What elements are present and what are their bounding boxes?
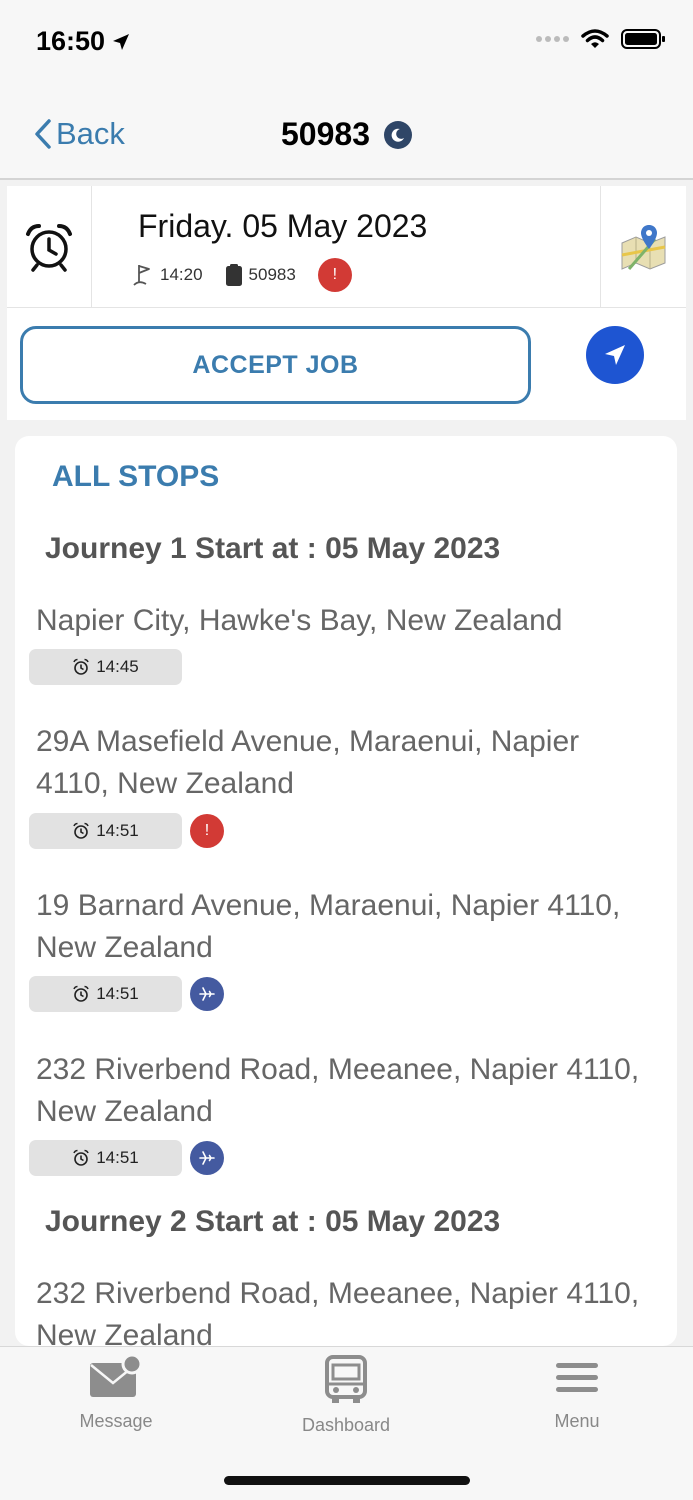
all-stops-heading: ALL STOPS (52, 460, 220, 493)
job-summary-card: Friday. 05 May 2023 14:20 50983 ! ACCEPT… (7, 186, 686, 420)
accept-job-button[interactable]: ACCEPT JOB (20, 326, 531, 404)
tab-dashboard[interactable]: Dashboard (271, 1355, 421, 1436)
stop-time-chip: 14:45 (29, 649, 182, 685)
plane-icon (190, 977, 224, 1011)
page-title: 50983 (281, 116, 370, 152)
stop-time: 14:51 (96, 984, 139, 1003)
envelope-icon (90, 1355, 143, 1397)
alarm-cell (7, 186, 92, 308)
map-icon (621, 225, 665, 270)
alarm-clock-icon (26, 224, 72, 272)
all-stops-card: ALL STOPS Journey 1 Start at : 05 May 20… (15, 436, 677, 1346)
journey-heading: Journey 2 Start at : 05 May 2023 (45, 1205, 501, 1238)
status-bar: 16:50 (0, 0, 693, 88)
moon-icon (383, 120, 412, 149)
stop-time: 14:51 (96, 821, 139, 840)
alarm-clock-icon (73, 985, 89, 1002)
stop-time-row: 14:45 (29, 649, 182, 685)
job-info-row: Friday. 05 May 2023 14:20 50983 ! (7, 186, 686, 308)
home-indicator (224, 1476, 470, 1485)
status-time: 16:50 (36, 26, 131, 57)
page-title-container: 50983 (0, 116, 693, 153)
stop-address: 232 Riverbend Road, Meeanee, Napier 4110… (36, 1277, 640, 1346)
stop-time-chip: 14:51 (29, 813, 182, 849)
bus-icon (325, 1355, 367, 1403)
tab-menu[interactable]: Menu (502, 1355, 652, 1432)
battery-icon (621, 29, 665, 49)
job-meta: 14:20 50983 ! (132, 258, 352, 292)
map-button[interactable] (600, 186, 686, 308)
start-time: 14:20 (132, 263, 203, 287)
wifi-icon (581, 29, 609, 48)
status-indicators (535, 28, 667, 50)
navigation-arrow-icon (605, 345, 625, 365)
stop-time-row: 14:51 (29, 976, 224, 1012)
alarm-clock-icon (73, 658, 89, 675)
stop-time: 14:51 (96, 1148, 139, 1167)
alert-icon: ! (317, 258, 352, 292)
stop-address: Napier City, Hawke's Bay, New Zealand (36, 604, 563, 637)
flag-icon (133, 265, 150, 286)
stop-time-row: 14:51 (29, 1140, 224, 1176)
location-arrow-icon (113, 33, 130, 50)
stop-time: 14:45 (96, 657, 139, 676)
status-time-text: 16:50 (36, 26, 106, 56)
alarm-clock-icon (73, 1149, 89, 1166)
tab-label: Dashboard (301, 1415, 391, 1435)
hamburger-menu-icon (556, 1363, 598, 1392)
stop-address: 232 Riverbend Road, Meeanee, Napier 4110… (36, 1053, 640, 1128)
start-time-text: 14:20 (160, 265, 203, 284)
cellular-signal-icon (536, 36, 569, 42)
clipboard-icon (225, 264, 242, 286)
job-info-cell: Friday. 05 May 2023 14:20 50983 ! (92, 186, 600, 308)
alarm-clock-icon (73, 822, 89, 839)
job-number: 50983 (225, 263, 296, 287)
journey-heading: Journey 1 Start at : 05 May 2023 (45, 532, 501, 565)
tab-label: Message (79, 1411, 153, 1431)
job-number-text: 50983 (248, 265, 296, 284)
alert-icon: ! (190, 814, 224, 848)
plane-icon (190, 1141, 224, 1175)
stop-address: 19 Barnard Avenue, Maraenui, Napier 4110… (36, 889, 621, 964)
job-date: Friday. 05 May 2023 (138, 208, 428, 244)
tab-label: Menu (554, 1411, 600, 1431)
stop-address: 29A Masefield Avenue, Maraenui, Napier 4… (36, 725, 580, 800)
stop-time-row: 14:51 ! (29, 813, 224, 849)
navigate-button[interactable] (586, 326, 644, 384)
stop-time-chip: 14:51 (29, 976, 182, 1012)
tab-message[interactable]: Message (41, 1355, 191, 1432)
stop-time-chip: 14:51 (29, 1140, 182, 1176)
navigation-bar: Back 50983 (0, 88, 693, 180)
